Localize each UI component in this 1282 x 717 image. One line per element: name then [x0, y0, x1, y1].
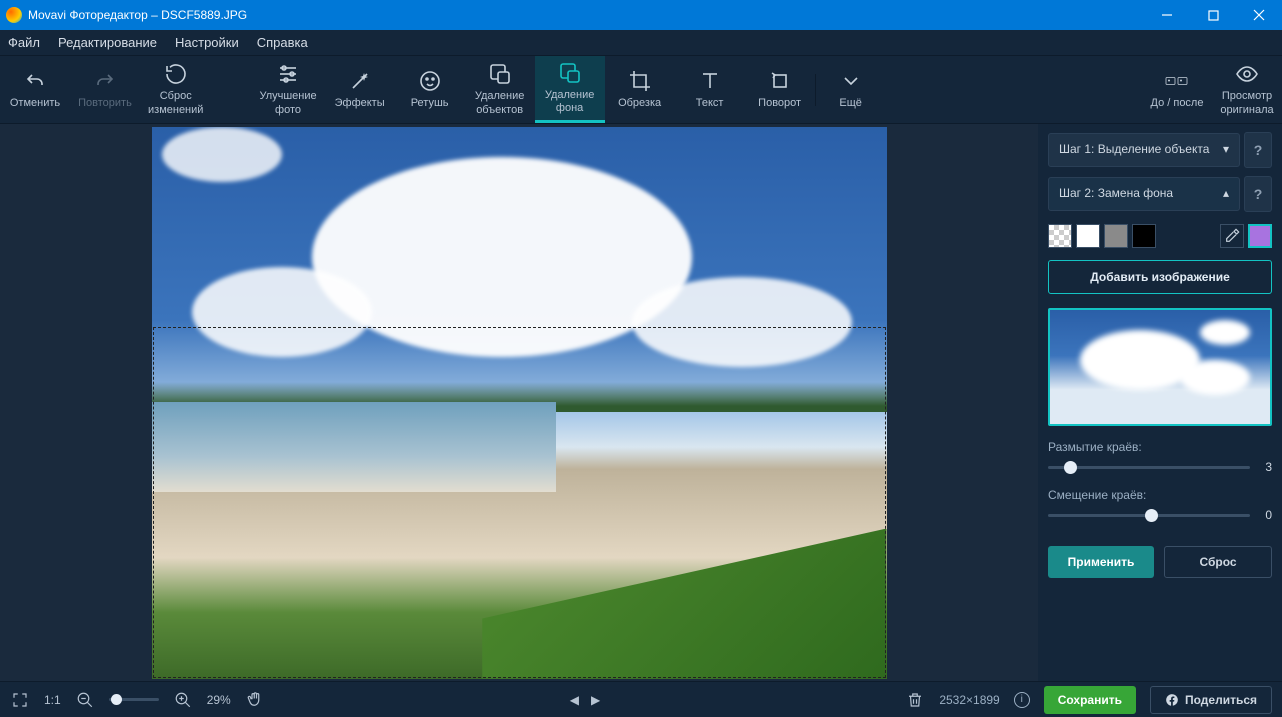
fullscreen-button[interactable] — [10, 690, 30, 710]
more-button[interactable]: Ещё — [816, 56, 886, 123]
apply-button[interactable]: Применить — [1048, 546, 1154, 578]
remove-bg-icon — [558, 61, 582, 85]
canvas-area[interactable] — [0, 124, 1038, 681]
wand-icon — [348, 69, 372, 93]
undo-button[interactable]: Отменить — [0, 56, 70, 123]
eye-icon — [1235, 62, 1259, 86]
face-icon — [418, 69, 442, 93]
chevron-down-icon: ▾ — [1223, 142, 1229, 158]
hand-tool-button[interactable] — [245, 690, 265, 710]
share-button[interactable]: Поделиться — [1150, 686, 1272, 714]
remove-object-icon — [488, 62, 512, 86]
swatch-custom-color[interactable] — [1248, 224, 1272, 248]
rotate-button[interactable]: Поворот — [745, 56, 815, 123]
file-name: DSCF5889.JPG — [161, 8, 247, 22]
image-canvas[interactable] — [152, 127, 887, 679]
toolbar: Отменить Повторить Сброс изменений Улучш… — [0, 56, 1282, 124]
eyedropper-button[interactable] — [1220, 224, 1244, 248]
fit-actual-button[interactable]: 1:1 — [44, 693, 61, 707]
step-2-header[interactable]: Шаг 2: Замена фона ▴ — [1048, 177, 1240, 211]
titlebar: Movavi Фоторедактор – DSCF5889.JPG — [0, 0, 1282, 30]
original-view-button[interactable]: Просмотр оригинала — [1212, 56, 1282, 123]
add-image-button[interactable]: Добавить изображение — [1048, 260, 1272, 294]
sliders-icon — [276, 62, 300, 86]
redo-button[interactable]: Повторить — [70, 56, 140, 123]
chevron-down-icon — [839, 69, 863, 93]
background-thumbnail[interactable] — [1048, 308, 1272, 426]
bg-removal-button[interactable]: Удаление фона — [535, 56, 605, 123]
next-image-button[interactable]: ▶ — [591, 693, 600, 707]
app-name: Movavi Фоторедактор — [28, 8, 148, 22]
offset-value: 0 — [1258, 508, 1272, 522]
zoom-value: 29% — [207, 693, 231, 707]
text-icon — [698, 69, 722, 93]
swatch-white[interactable] — [1076, 224, 1100, 248]
side-panel: Шаг 1: Выделение объекта ▾ ? Шаг 2: Заме… — [1038, 124, 1282, 681]
enhance-button[interactable]: Улучшение фото — [251, 56, 324, 123]
blur-value: 3 — [1258, 460, 1272, 474]
close-button[interactable] — [1236, 0, 1282, 30]
blur-label: Размытие краёв: — [1048, 440, 1272, 454]
text-button[interactable]: Текст — [675, 56, 745, 123]
rotate-icon — [768, 69, 792, 93]
maximize-button[interactable] — [1190, 0, 1236, 30]
reset-icon — [164, 62, 188, 86]
reset-changes-button[interactable]: Сброс изменений — [140, 56, 211, 123]
swatch-black[interactable] — [1132, 224, 1156, 248]
delete-button[interactable] — [905, 690, 925, 710]
retouch-button[interactable]: Ретушь — [395, 56, 465, 123]
offset-label: Смещение краёв: — [1048, 488, 1272, 502]
workspace: Шаг 1: Выделение объекта ▾ ? Шаг 2: Заме… — [0, 124, 1282, 681]
save-button[interactable]: Сохранить — [1044, 686, 1136, 714]
menu-file[interactable]: Файл — [8, 35, 40, 50]
step-2-help-button[interactable]: ? — [1244, 176, 1272, 212]
info-button[interactable]: i — [1014, 692, 1030, 708]
step-1-help-button[interactable]: ? — [1244, 132, 1272, 168]
blur-slider[interactable] — [1048, 466, 1250, 469]
zoom-slider[interactable] — [109, 698, 159, 701]
effects-button[interactable]: Эффекты — [325, 56, 395, 123]
image-dimensions: 2532×1899 — [939, 693, 999, 707]
offset-slider[interactable] — [1048, 514, 1250, 517]
crop-icon — [628, 69, 652, 93]
before-after-button[interactable]: До / после — [1142, 56, 1212, 123]
statusbar: 1:1 29% ◀ ▶ 2532×1899 i Сохранить Подели… — [0, 681, 1282, 717]
window-title: Movavi Фоторедактор – DSCF5889.JPG — [28, 8, 1144, 22]
menu-settings[interactable]: Настройки — [175, 35, 239, 50]
crop-button[interactable]: Обрезка — [605, 56, 675, 123]
redo-icon — [93, 69, 117, 93]
menubar: Файл Редактирование Настройки Справка — [0, 30, 1282, 56]
minimize-button[interactable] — [1144, 0, 1190, 30]
undo-icon — [23, 69, 47, 93]
zoom-out-button[interactable] — [75, 690, 95, 710]
swatch-gray[interactable] — [1104, 224, 1128, 248]
app-icon — [6, 7, 22, 23]
zoom-in-button[interactable] — [173, 690, 193, 710]
step-1-header[interactable]: Шаг 1: Выделение объекта ▾ — [1048, 133, 1240, 167]
swatch-transparent[interactable] — [1048, 224, 1072, 248]
chevron-up-icon: ▴ — [1223, 186, 1229, 202]
object-removal-button[interactable]: Удаление объектов — [465, 56, 535, 123]
reset-button[interactable]: Сброс — [1164, 546, 1272, 578]
compare-icon — [1165, 69, 1189, 93]
prev-image-button[interactable]: ◀ — [570, 693, 579, 707]
color-swatches — [1048, 224, 1272, 248]
menu-edit[interactable]: Редактирование — [58, 35, 157, 50]
menu-help[interactable]: Справка — [257, 35, 308, 50]
nav-controls: ◀ ▶ — [570, 693, 600, 707]
